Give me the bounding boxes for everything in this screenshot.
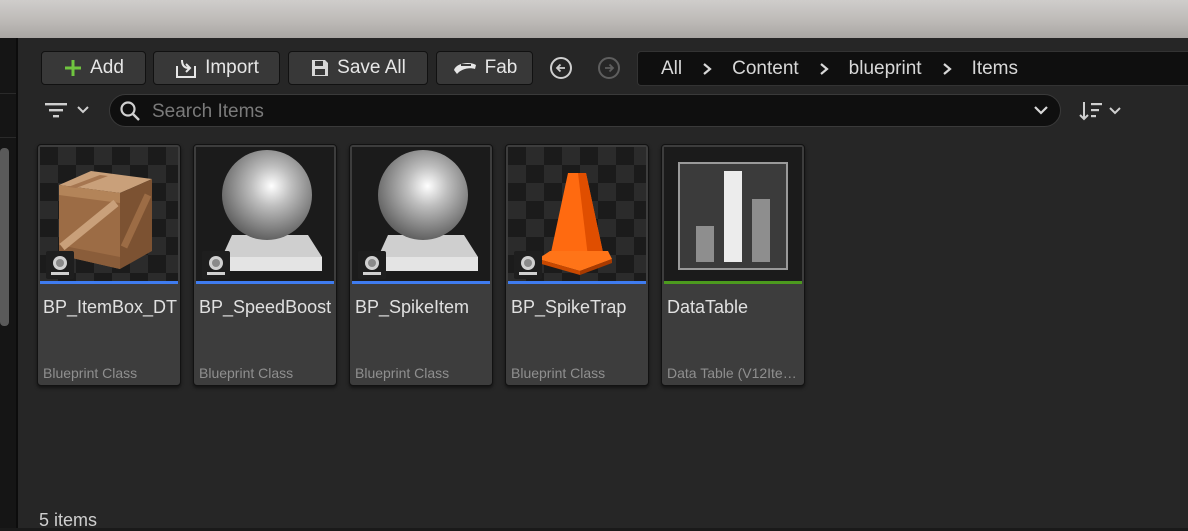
sources-scrollbar[interactable] (0, 148, 9, 326)
breadcrumb-item-blueprint[interactable]: blueprint (849, 58, 922, 80)
back-button[interactable] (550, 57, 572, 79)
content-browser: Add Import Save All Fab All Content blue… (18, 38, 1188, 530)
save-all-button[interactable]: Save All (288, 51, 428, 85)
breadcrumb: All Content blueprint Items (637, 51, 1188, 86)
add-button[interactable]: Add (41, 51, 146, 85)
asset-type-bar (508, 281, 646, 284)
chevron-right-icon[interactable] (942, 62, 952, 76)
chevron-right-icon[interactable] (819, 62, 829, 76)
import-button[interactable]: Import (153, 51, 280, 85)
asset-type-bar (196, 281, 334, 284)
breadcrumb-item-all[interactable]: All (661, 58, 682, 80)
forward-button[interactable] (598, 57, 620, 79)
search-icon (120, 101, 140, 121)
asset-tile-bp-speedboost[interactable]: BP_SpeedBoost Blueprint Class (193, 144, 337, 386)
import-button-label: Import (205, 57, 259, 78)
asset-name: BP_SpikeTrap (511, 297, 627, 317)
panel-divider (0, 137, 16, 138)
crate-thumbnail (40, 147, 178, 281)
search-history-dropdown-icon[interactable] (1033, 105, 1049, 117)
asset-type: Blueprint Class (43, 365, 138, 381)
breadcrumb-item-items[interactable]: Items (972, 58, 1018, 80)
plus-icon (65, 60, 82, 76)
asset-name: BP_SpeedBoost (199, 297, 332, 317)
asset-type: Data Table (V12ItemData) (667, 365, 799, 381)
asset-name: BP_ItemBox_DT (43, 297, 178, 317)
circle-arrow-left-icon (555, 63, 565, 73)
save-all-button-label: Save All (337, 57, 406, 78)
search-input[interactable] (150, 95, 1014, 128)
level-viewport-strip (0, 0, 1188, 38)
datatable-thumbnail (664, 147, 802, 281)
fab-button[interactable]: Fab (436, 51, 533, 85)
asset-type-bar (352, 281, 490, 284)
filter-button[interactable] (44, 96, 96, 124)
asset-tile-bp-spiketrap[interactable]: BP_SpikeTrap Blueprint Class (505, 144, 649, 386)
bar-chart-icon (678, 162, 788, 270)
asset-name: DataTable (667, 297, 749, 317)
breadcrumb-item-content[interactable]: Content (732, 58, 799, 80)
asset-type-bar (664, 281, 802, 284)
blueprint-badge-icon (358, 251, 386, 279)
fab-button-label: Fab (484, 57, 518, 78)
add-button-label: Add (90, 57, 124, 78)
search-bar (109, 94, 1061, 128)
sort-button[interactable] (1078, 98, 1126, 124)
sphere-thumbnail (352, 147, 490, 281)
fab-icon (453, 62, 476, 74)
save-icon (312, 60, 329, 76)
asset-tile-bp-itembox-dt[interactable]: BP_ItemBox_DT Blueprint Class (37, 144, 181, 386)
chevron-down-icon (1109, 107, 1121, 115)
cone-thumbnail (508, 147, 646, 281)
asset-name: BP_SpikeItem (355, 297, 470, 317)
chevron-right-icon[interactable] (702, 62, 712, 76)
sphere-thumbnail (196, 147, 334, 281)
asset-type: Blueprint Class (511, 365, 606, 381)
import-icon (176, 59, 197, 78)
asset-type-bar (40, 281, 178, 284)
asset-type: Blueprint Class (199, 365, 294, 381)
filter-icon (45, 103, 67, 118)
circle-arrow-right-icon (605, 63, 615, 73)
chevron-down-icon (77, 106, 89, 114)
sort-icon (1079, 102, 1102, 121)
asset-tile-bp-spikeitem[interactable]: BP_SpikeItem Blueprint Class (349, 144, 493, 386)
asset-type: Blueprint Class (355, 365, 450, 381)
blueprint-badge-icon (46, 251, 74, 279)
panel-divider (0, 93, 16, 94)
asset-tile-datatable[interactable]: DataTable Data Table (V12ItemData) (661, 144, 805, 386)
blueprint-badge-icon (202, 251, 230, 279)
blueprint-badge-icon (514, 251, 542, 279)
